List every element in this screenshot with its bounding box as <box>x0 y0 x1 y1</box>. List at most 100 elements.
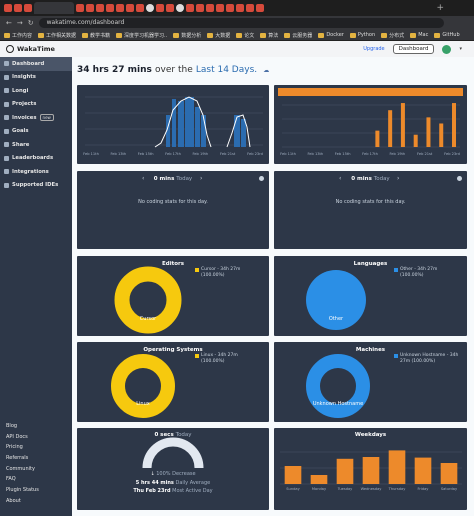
bookmark-item[interactable]: 工作内容 <box>4 32 32 39</box>
sidebar-item-leaderboards[interactable]: Leaderboards <box>0 152 72 166</box>
browser-tab-icon[interactable] <box>14 4 22 12</box>
folder-icon <box>4 32 10 38</box>
ring-label: Other <box>328 316 344 322</box>
browser-tab-icon[interactable] <box>136 4 144 12</box>
bookmark-item[interactable]: 工作相关数据 <box>38 32 76 39</box>
reload-icon[interactable]: ↻ <box>28 19 34 27</box>
footer-link[interactable]: About <box>6 498 39 509</box>
forward-icon[interactable]: → <box>17 19 23 27</box>
browser-tab-icon[interactable] <box>246 4 254 12</box>
bookmark-item[interactable]: Python <box>349 32 375 38</box>
logo[interactable]: WakaTime <box>6 45 55 53</box>
browser-tab-icon[interactable] <box>166 4 174 12</box>
browser-tab-icon[interactable] <box>226 4 234 12</box>
footer-link[interactable]: Blog <box>6 423 39 434</box>
footer-link[interactable]: FAQ <box>6 476 39 487</box>
folder-icon <box>173 32 180 38</box>
footer-link[interactable]: Plugin Status <box>6 487 39 498</box>
nav-icon <box>4 101 9 107</box>
ring-label: Cursor <box>139 316 157 322</box>
footer-link[interactable]: Pricing <box>6 444 39 455</box>
gear-icon[interactable] <box>259 176 264 181</box>
next-day-icon[interactable]: › <box>200 175 202 182</box>
sidebar-item-integrations[interactable]: Integrations <box>0 165 72 179</box>
sidebar-item-label: Invoices <box>12 114 37 121</box>
browser-tab-icon[interactable] <box>4 4 12 12</box>
browser-tab-icon[interactable] <box>106 4 114 12</box>
avatar[interactable] <box>442 44 452 54</box>
axis-tick-label: Feb 11th <box>83 152 99 156</box>
browser-tab-icon[interactable] <box>156 4 164 12</box>
sidebar-item-supported-ides[interactable]: Supported IDEs <box>0 179 72 193</box>
bookmark-item[interactable]: 数据分析 <box>173 32 201 39</box>
activity-bar <box>234 115 240 147</box>
sidebar-item-dashboard[interactable]: Dashboard <box>0 57 72 71</box>
daily-bars-card: Feb 11th Feb 13th Feb 15th Feb 17th Feb 19th… <box>274 85 467 164</box>
editors-donut <box>114 266 182 334</box>
daily-average: 5 hrs 44 mins Daily Average <box>135 479 211 486</box>
bookmark-label: 教学书籍 <box>90 32 111 39</box>
bookmark-item[interactable]: Docker <box>318 32 344 38</box>
gear-icon[interactable] <box>457 176 462 181</box>
axis-tick-label: Feb 11th <box>280 152 296 156</box>
browser-tab-icon[interactable] <box>236 4 244 12</box>
footer-link[interactable]: Referrals <box>6 455 39 466</box>
browser-tab-icon[interactable] <box>216 4 224 12</box>
axis-tick-label: Feb 15th <box>335 152 351 156</box>
sidebar-item-invoices[interactable]: Invoices new <box>0 111 72 125</box>
dashboard-button[interactable]: Dashboard <box>392 44 435 54</box>
chevron-down-icon[interactable]: ▾ <box>459 46 462 52</box>
browser-tab-icon[interactable] <box>206 4 214 12</box>
bookmark-label: 大数据 <box>215 32 231 39</box>
browser-tab-icon[interactable] <box>176 4 184 12</box>
axis-tick-label: Feb 15th <box>138 152 154 156</box>
bookmark-item[interactable]: 大数据 <box>207 32 230 39</box>
bookmark-item[interactable]: 分布式 <box>381 32 404 39</box>
footer-link[interactable]: API Docs <box>6 434 39 445</box>
bookmark-item[interactable]: 算法 <box>260 32 278 39</box>
browser-tab-icon[interactable] <box>76 4 84 12</box>
empty-message: No coding stats for this day. <box>138 199 208 205</box>
new-tab-icon[interactable]: + <box>436 3 444 13</box>
browser-tab-icon[interactable] <box>196 4 204 12</box>
bookmark-label: 工作内容 <box>12 32 33 39</box>
address-bar: ← → ↻ wakatime.com/dashboard <box>0 16 474 30</box>
browser-tab-icon[interactable] <box>24 4 32 12</box>
browser-tab-icon[interactable] <box>126 4 134 12</box>
next-day-icon[interactable]: › <box>397 175 399 182</box>
url-field[interactable]: wakatime.com/dashboard <box>38 18 444 28</box>
bookmark-item[interactable]: 云服务器 <box>284 32 312 39</box>
bookmark-item[interactable]: 深度学习机器学习.. <box>116 32 167 39</box>
browser-tab-icon[interactable] <box>96 4 104 12</box>
folder-icon <box>349 32 356 38</box>
bookmark-item[interactable]: 论文 <box>236 32 254 39</box>
activity-chart-card: Feb 11th Feb 13th Feb 15th Feb 17th Feb 19th… <box>77 85 269 164</box>
active-browser-tab[interactable] <box>34 2 74 14</box>
range-link[interactable]: Last 14 Days. <box>196 65 257 75</box>
bookmark-label: 数据分析 <box>181 32 202 39</box>
share-icon[interactable]: ☁ <box>263 67 269 74</box>
back-icon[interactable]: ← <box>6 19 12 27</box>
browser-tab-icon[interactable] <box>146 4 154 12</box>
sidebar-item-goals[interactable]: Goals <box>0 125 72 139</box>
browser-tab-icon[interactable] <box>186 4 194 12</box>
sidebar-item-insights[interactable]: Insights <box>0 71 72 85</box>
browser-tab-icon[interactable] <box>116 4 124 12</box>
browser-tab-icon[interactable] <box>86 4 94 12</box>
sidebar-item-projects[interactable]: Projects <box>0 98 72 112</box>
sidebar-item-label: Projects <box>12 101 37 108</box>
nav-icon <box>4 115 9 121</box>
today-card-left: ‹ 0 mins Today › No coding stats for thi… <box>77 171 269 249</box>
bookmarks-bar: 工作内容 工作相关数据 教学书籍 深度学习机器学习.. 数据分析 大数据 论文 算法 云服务器 D… <box>0 30 474 41</box>
nav-icon <box>4 155 9 161</box>
browser-tab-icon[interactable] <box>256 4 264 12</box>
footer-link[interactable]: Community <box>6 466 39 477</box>
sidebar-item-longi[interactable]: Longi <box>0 84 72 98</box>
weekdays-chart: Sunday Monday Tuesday Wednesday Thursday Frid… <box>280 450 462 491</box>
sidebar-item-share[interactable]: Share <box>0 138 72 152</box>
bookmark-item[interactable]: GitHub <box>434 32 460 38</box>
upgrade-link[interactable]: Upgrade <box>363 46 384 52</box>
sidebar-item-label: Integrations <box>12 168 49 175</box>
bookmark-item[interactable]: Mac <box>410 32 428 38</box>
bookmark-item[interactable]: 教学书籍 <box>82 32 110 39</box>
